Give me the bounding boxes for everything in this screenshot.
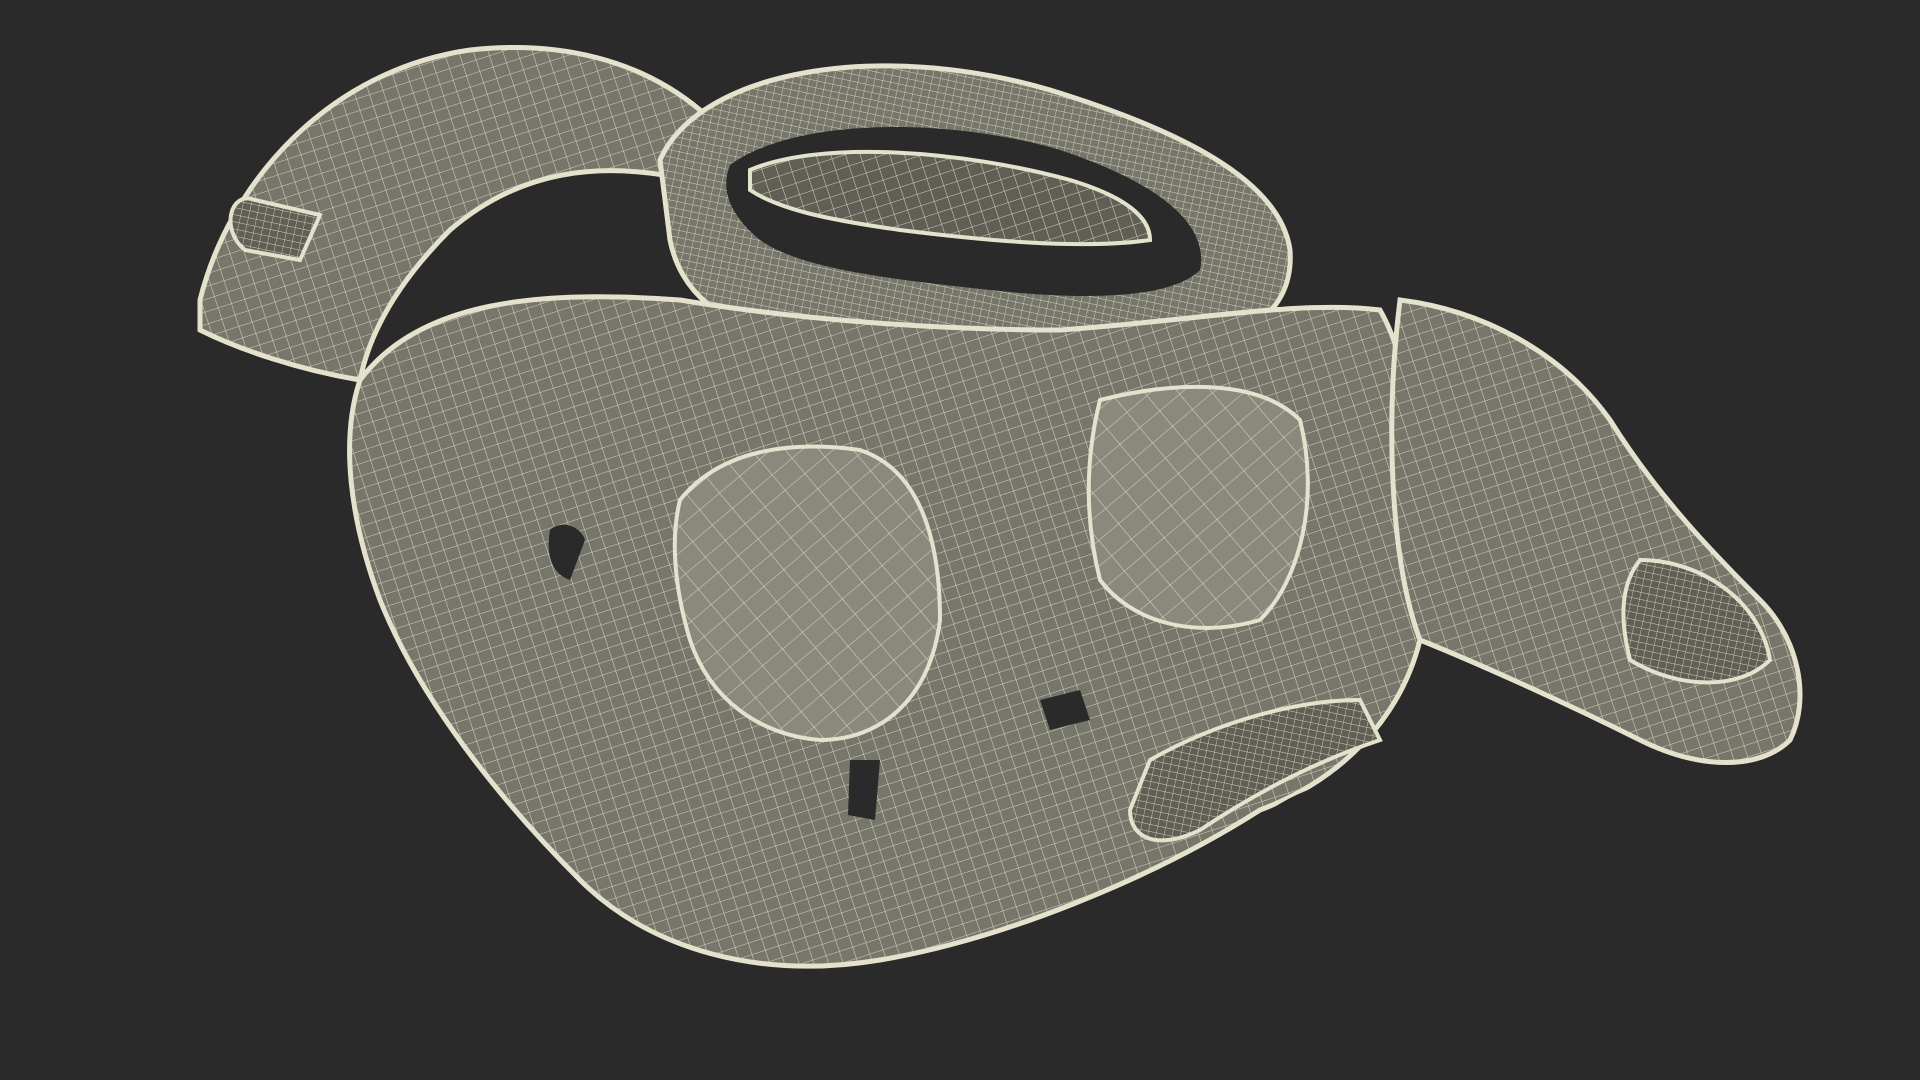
shoulder-pads-wireframe (197, 45, 1803, 969)
right-shoulder-cap (1389, 297, 1803, 765)
collar-ring (657, 63, 1293, 353)
render-viewport (0, 0, 1920, 1080)
chest-body (347, 294, 1423, 969)
chest-opening (848, 760, 880, 820)
